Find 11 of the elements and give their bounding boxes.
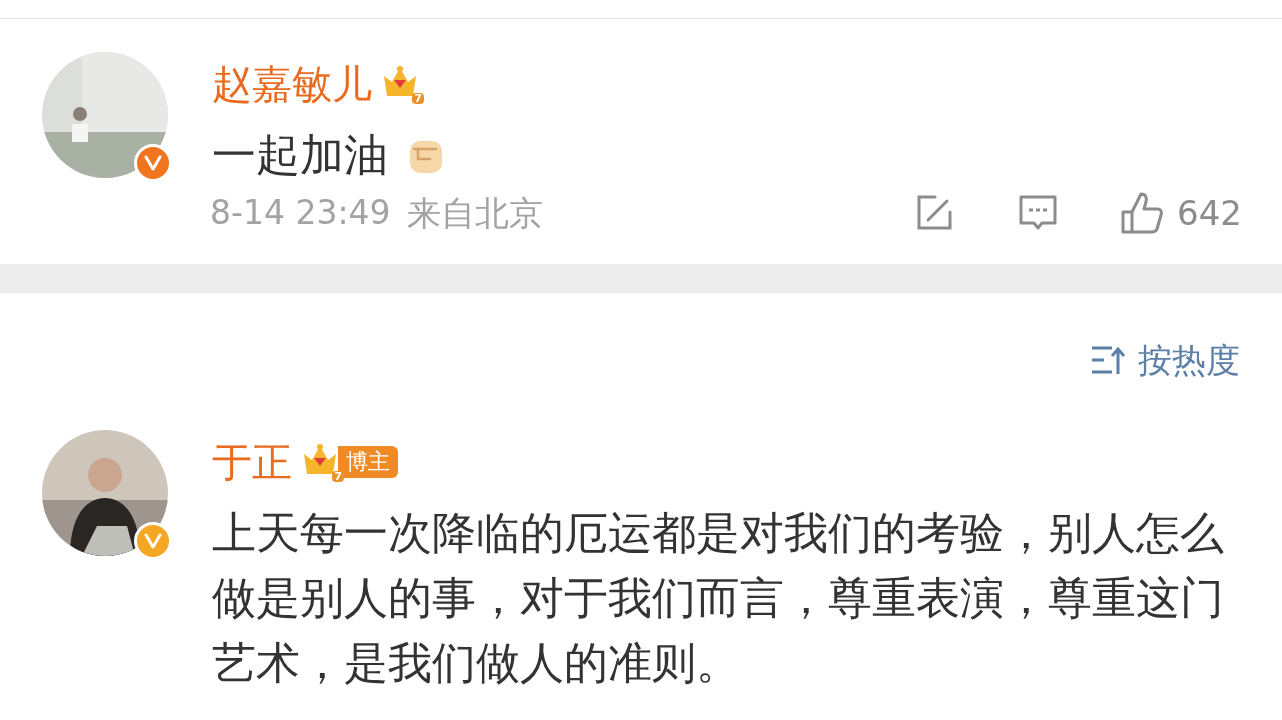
- comment-time: 8-14 23:49: [210, 192, 391, 235]
- sort-button[interactable]: 按热度: [1090, 338, 1240, 382]
- level-number: 7: [412, 93, 424, 104]
- user-name[interactable]: 赵嘉敏儿: [212, 64, 372, 104]
- like-button[interactable]: 642: [1119, 187, 1242, 239]
- comment-text: 一起加油: [212, 128, 388, 182]
- user-name[interactable]: 于正: [212, 442, 292, 482]
- thumbs-up-icon[interactable]: [1119, 190, 1166, 236]
- comment-location: 来自北京: [406, 191, 543, 235]
- comment-text: 上天每一次降临的厄运都是对我们的考验，别人怎么做是别人的事，对于我们而言，尊重表演，尊重这门艺术，是我们做人的准则。: [212, 506, 1225, 690]
- sort-icon[interactable]: [1090, 344, 1126, 376]
